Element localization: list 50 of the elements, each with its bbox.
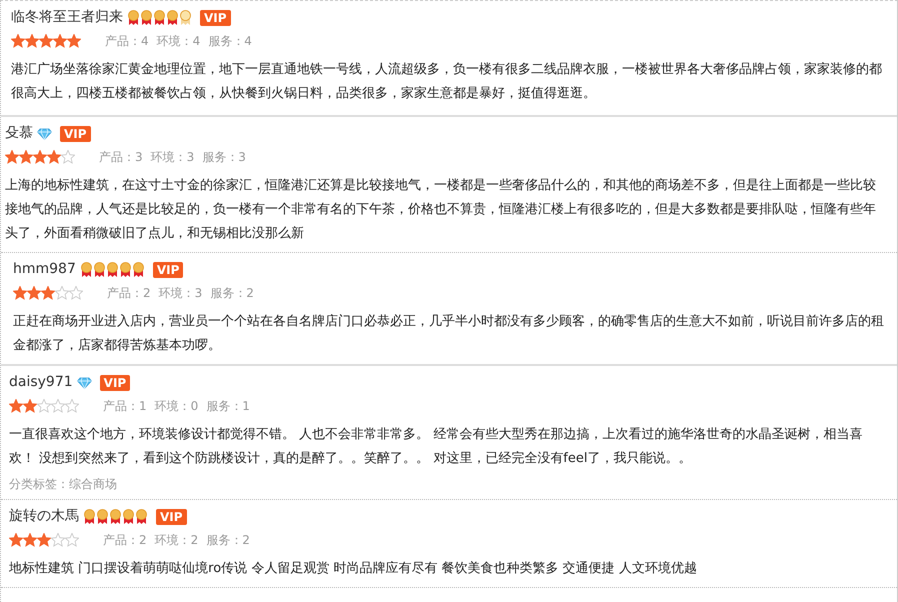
user-name: daisy971	[9, 373, 73, 392]
score-label: 产品：3	[99, 149, 143, 166]
score-label: 环境：3	[150, 149, 194, 166]
diamond-icon	[76, 376, 92, 388]
vip-badge: VIP	[60, 126, 91, 142]
vip-badge: VIP	[152, 262, 184, 278]
vip-badge: VIP	[156, 508, 187, 524]
user-name: 旋转の木馬	[9, 507, 79, 526]
score-label: 服务：3	[202, 149, 246, 166]
filled-star-icon	[37, 533, 51, 547]
review-text: 地标性建筑 门口摆设着萌萌哒仙境ro传说 令人留足观赏 时尚品牌应有尽有 餐饮美食也种类繁多 交通便捷 人文环境优越	[9, 560, 698, 578]
score-label: 产品：2	[103, 532, 147, 549]
score-label: 环境：0	[154, 398, 198, 415]
filled-star-icon	[11, 34, 25, 48]
filled-star-icon	[53, 34, 67, 48]
filled-star-icon	[23, 399, 37, 413]
score-label: 产品：2	[107, 285, 151, 302]
filled-star-icon	[25, 34, 39, 48]
vip-badge: VIP	[100, 374, 130, 390]
score-label: 服务：2	[210, 285, 254, 302]
user-name: hmm987	[13, 260, 76, 279]
filled-star-icon	[13, 286, 27, 300]
score-label: 服务：1	[206, 398, 250, 415]
review-text: 一直很喜欢这个地方，环境装修设计都觉得不错。 人也不会非常非常多。 经常会有些大型秀在那边搞，上次看过的施华洛世奇的水晶圣诞树，相当喜欢！ 没想到突然来了，看到这个防跳楼设计，真的是醉了。。笑醉了。。 对这里，已经完全没有feel了，我只能说。。	[9, 426, 864, 468]
review-text: 上海的地标性建筑，在这寸土寸金的徐家汇，恒隆港汇还算是比较接地气，一楼都是一些奢侈品什么的，和其他的商场差不多，但是往上面都是一些比较接地气的品牌，人气还是比较足的，负一楼有一个非常有名的下午茶，价格也不算贵，恒隆港汇楼上有很多吃的，但是大多数都是要排队哒，恒隆有些年头了，外面看稍微破旧了点儿，和无锡相比没那么新	[5, 177, 877, 243]
score-label: 环境：3	[158, 285, 202, 302]
user-name: 临冬将至王者归来	[11, 8, 123, 27]
category-tag: 分类标签：综合商场	[9, 475, 887, 493]
score-label: 产品：4	[105, 33, 149, 50]
review-text: 港汇广场坐落徐家汇黄金地理位置，地下一层直通地铁一号线，人流超级多，负一楼有很多二线品牌衣服，一楼被世界各大奢侈品牌占领，家家装修的都很高大上，四楼五楼都被餐饮占领，从快餐到火锅日料，品类很多，家家生意都是暴好，挺值得逛逛。	[11, 61, 883, 103]
filled-star-icon	[41, 286, 55, 300]
score-label: 环境：4	[156, 33, 200, 50]
filled-star-icon	[33, 150, 47, 164]
score-label: 产品：1	[103, 398, 147, 415]
diamond-icon	[37, 128, 52, 140]
filled-star-icon	[47, 150, 61, 164]
filled-star-icon	[9, 399, 23, 413]
filled-star-icon	[5, 150, 19, 164]
filled-star-icon	[9, 533, 23, 547]
filled-star-icon	[39, 34, 53, 48]
score-label: 环境：2	[154, 532, 198, 549]
user-name: 殳慕	[5, 124, 33, 143]
filled-star-icon	[19, 150, 33, 164]
score-label: 服务：2	[206, 532, 250, 549]
filled-star-icon	[67, 34, 81, 48]
vip-badge: VIP	[200, 10, 231, 26]
filled-star-icon	[23, 533, 37, 547]
score-label: 服务：4	[208, 33, 252, 50]
filled-star-icon	[27, 286, 41, 300]
review-text: 正赶在商场开业进入店内，营业员一个个站在各自名牌店门口必恭必正，几乎半小时都没有多少顾客，的确零售店的生意大不如前，听说目前许多店的租金都涨了，店家都得苦炼基本功啰。	[13, 313, 885, 355]
